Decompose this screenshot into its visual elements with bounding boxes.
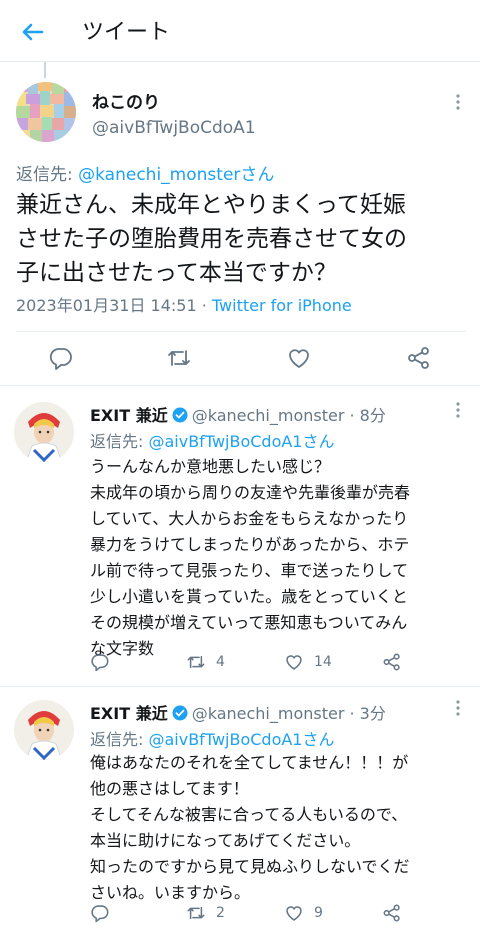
reply-to-prefix: 返信先: bbox=[90, 730, 149, 749]
tweet-date: 2023年01月31日 14:51 bbox=[16, 296, 197, 315]
avatar-image bbox=[16, 82, 76, 142]
reply-header: EXIT 兼近 @kanechi_monster · 3分 bbox=[90, 700, 386, 724]
reply-to-link[interactable]: @aivBfTwjBoCdoA1さん bbox=[148, 730, 334, 749]
author-name[interactable]: EXIT 兼近 bbox=[90, 406, 168, 425]
more-icon[interactable] bbox=[448, 698, 468, 718]
tweet-text: 俺はあなたのそれを全てしてません！！！が 他の悪さはしてます！ そしてそんな被害… bbox=[90, 753, 410, 902]
like-icon[interactable] bbox=[286, 345, 312, 371]
reply-to-line: 返信先: @kanechi_monsterさん bbox=[16, 160, 274, 185]
reply-icon[interactable] bbox=[48, 345, 74, 371]
author-handle[interactable]: @kanechi_monster bbox=[192, 704, 345, 723]
reply-to-prefix: 返信先: bbox=[16, 165, 79, 185]
tweet-source-link[interactable]: Twitter for iPhone bbox=[212, 296, 352, 315]
verified-icon bbox=[172, 407, 188, 423]
author-handle[interactable]: @kanechi_monster bbox=[192, 406, 345, 425]
retweet-icon[interactable] bbox=[186, 652, 206, 672]
avatar-image bbox=[14, 700, 74, 760]
retweet-icon[interactable] bbox=[166, 345, 192, 371]
divider bbox=[0, 686, 480, 687]
author-handle[interactable]: @aivBfTwjBoCdoA1 bbox=[92, 118, 256, 138]
tweet-text-line: 兼近さん、未成年とやりまくって妊娠 bbox=[16, 192, 406, 218]
like-icon[interactable] bbox=[284, 903, 304, 923]
back-arrow-icon[interactable] bbox=[16, 16, 48, 48]
share-icon[interactable] bbox=[406, 345, 432, 371]
meta-separator: · bbox=[196, 296, 212, 315]
author-name[interactable]: EXIT 兼近 bbox=[90, 704, 168, 723]
retweet-count: 4 bbox=[216, 654, 225, 670]
like-count: 14 bbox=[314, 654, 332, 670]
share-icon[interactable] bbox=[382, 903, 402, 923]
reply-icon[interactable] bbox=[90, 652, 110, 672]
page-title: ツイート bbox=[82, 20, 171, 45]
tweet-meta: 2023年01月31日 14:51 · Twitter for iPhone bbox=[16, 292, 352, 316]
avatar[interactable] bbox=[16, 82, 76, 142]
tweet-time: · 3分 bbox=[344, 704, 386, 723]
divider bbox=[0, 385, 480, 386]
tweet-text-line: 子に出させたって本当ですか？ bbox=[16, 260, 337, 286]
share-icon[interactable] bbox=[382, 652, 402, 672]
more-icon[interactable] bbox=[448, 92, 468, 112]
reply-to-line: 返信先: @aivBfTwjBoCdoA1さん bbox=[90, 726, 334, 750]
verified-icon bbox=[172, 705, 188, 721]
reply-to-link[interactable]: @aivBfTwjBoCdoA1さん bbox=[148, 432, 334, 451]
reply-to-link[interactable]: @kanechi_monsterさん bbox=[78, 165, 274, 185]
tweet-time: · 8分 bbox=[344, 406, 386, 425]
like-icon[interactable] bbox=[284, 652, 304, 672]
avatar[interactable] bbox=[14, 402, 74, 462]
reply-to-prefix: 返信先: bbox=[90, 432, 149, 451]
avatar-image bbox=[14, 402, 74, 462]
divider bbox=[16, 331, 466, 332]
avatar[interactable] bbox=[14, 700, 74, 760]
like-count: 9 bbox=[314, 905, 323, 921]
thread-line bbox=[44, 62, 46, 78]
retweet-count: 2 bbox=[216, 905, 225, 921]
retweet-icon[interactable] bbox=[186, 903, 206, 923]
reply-icon[interactable] bbox=[90, 903, 110, 923]
reply-to-line: 返信先: @aivBfTwjBoCdoA1さん bbox=[90, 428, 334, 452]
author-name[interactable]: ねこのり bbox=[92, 88, 160, 113]
tweet-text: うーんなんか意地悪したい感じ？ 未成年の頃から周りの友達や先輩後輩が売春 してい… bbox=[90, 457, 411, 658]
reply-header: EXIT 兼近 @kanechi_monster · 8分 bbox=[90, 402, 386, 426]
tweet-text: 兼近さん、未成年とやりまくって妊娠 させた子の堕胎費用を売春させて女の 子に出さ… bbox=[16, 188, 466, 290]
tweet-text-line: させた子の堕胎費用を売春させて女の bbox=[16, 226, 407, 252]
top-bar: ツイート bbox=[0, 0, 480, 62]
more-icon[interactable] bbox=[448, 400, 468, 420]
